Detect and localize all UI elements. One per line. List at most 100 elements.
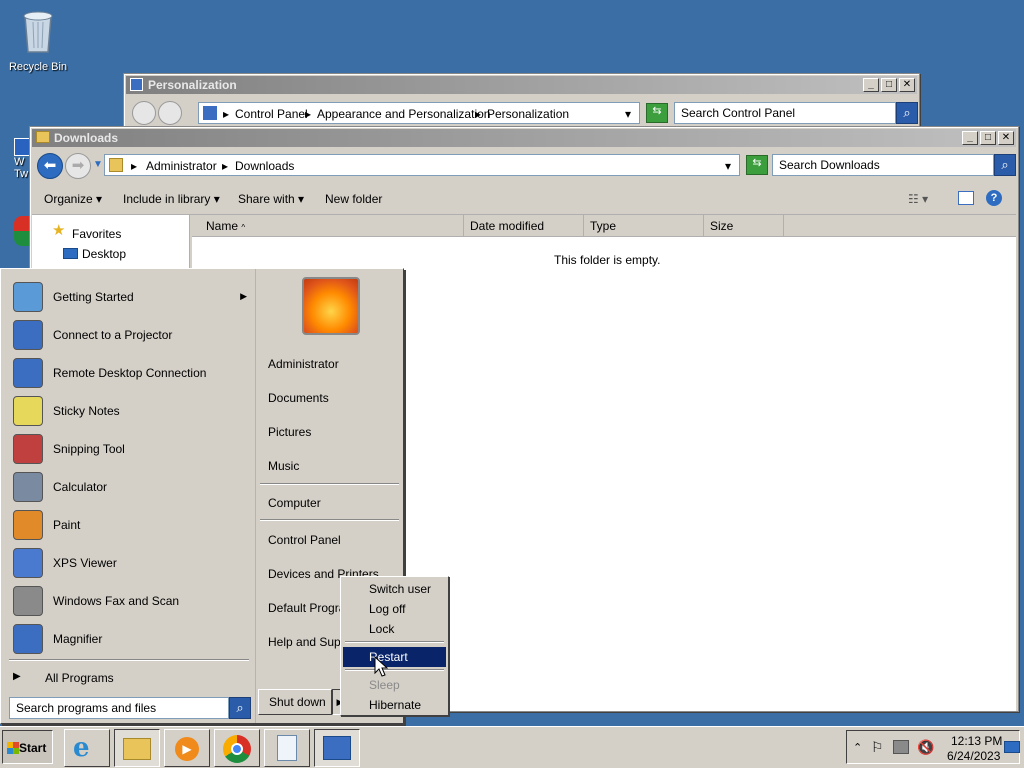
program-label: Paint xyxy=(53,518,81,532)
shut-down-button[interactable]: Shut down xyxy=(258,689,332,715)
downloads-title: Downloads xyxy=(54,131,119,145)
chrome-desktop-icon-partial[interactable] xyxy=(14,216,30,246)
chevron-down-icon[interactable]: ▾ xyxy=(725,159,731,173)
program-label: Getting Started xyxy=(53,290,134,304)
personalization-address-bar[interactable]: ▸ Control Panel ▸ Appearance and Persona… xyxy=(198,102,640,124)
new-folder-button[interactable]: New folder xyxy=(325,192,382,206)
taskbar-notepad[interactable] xyxy=(264,729,310,767)
back-button[interactable] xyxy=(132,101,156,125)
search-icon[interactable]: ⌕ xyxy=(229,697,251,719)
crumb-appearance[interactable]: Appearance and Personalization xyxy=(317,107,490,121)
col-name[interactable]: Name ^ xyxy=(192,215,464,237)
recycle-bin-icon xyxy=(23,11,53,53)
log-off-item[interactable]: Log off xyxy=(343,599,446,619)
share-with-menu[interactable]: Share with ▾ xyxy=(238,192,304,206)
minimize-button[interactable]: _ xyxy=(863,78,879,92)
restart-item[interactable]: Restart xyxy=(343,647,446,667)
control-panel-link[interactable]: Control Panel xyxy=(268,533,341,547)
crumb-administrator[interactable]: Administrator xyxy=(146,159,217,173)
search-icon[interactable]: ⌕ xyxy=(994,154,1016,176)
crumb-downloads[interactable]: Downloads xyxy=(235,159,294,173)
refresh-button[interactable]: ⇆ xyxy=(646,103,668,123)
program-item[interactable]: Getting Started ▶ xyxy=(9,279,253,315)
forward-button[interactable]: ➡ xyxy=(65,153,91,179)
program-item[interactable]: Magnifier xyxy=(9,621,253,657)
program-item[interactable]: Paint xyxy=(9,507,253,543)
include-in-library-menu[interactable]: Include in library ▾ xyxy=(123,192,220,206)
programs-list: Getting Started ▶ Connect to a Projector Re… xyxy=(5,273,253,721)
shut-down-options-menu[interactable]: Switch user Log off Lock Restart Sleep H… xyxy=(340,576,449,716)
clock-date[interactable]: 6/24/2023 xyxy=(947,749,1000,763)
col-size[interactable]: Size xyxy=(704,215,784,237)
user-folder-link[interactable]: Administrator xyxy=(268,357,339,371)
forward-button[interactable] xyxy=(158,101,182,125)
search-control-panel-input[interactable]: Search Control Panel xyxy=(674,102,896,124)
projector-icon xyxy=(13,320,43,350)
crumb-arrow[interactable]: ▸ xyxy=(223,107,229,121)
power-separator xyxy=(345,669,444,671)
switch-user-item[interactable]: Switch user xyxy=(343,579,446,599)
user-picture[interactable] xyxy=(302,277,360,335)
network-icon[interactable] xyxy=(893,740,909,754)
desktop-nav-icon xyxy=(63,248,78,259)
recycle-bin-desktop-icon[interactable]: Recycle Bin xyxy=(0,6,76,73)
col-name-label: Name xyxy=(206,219,239,233)
computer-link[interactable]: Computer xyxy=(268,496,321,510)
taskbar-control-panel[interactable] xyxy=(314,729,360,767)
music-link[interactable]: Music xyxy=(268,459,299,473)
personalization-window[interactable]: Personalization _ □ ✕ ▸ Control Panel ▸ … xyxy=(123,73,920,133)
crumb-personalization[interactable]: Personalization xyxy=(487,107,569,121)
hibernate-item[interactable]: Hibernate xyxy=(343,695,446,715)
program-item[interactable]: XPS Viewer xyxy=(9,545,253,581)
minimize-button[interactable]: _ xyxy=(962,131,978,145)
program-item[interactable]: Sticky Notes xyxy=(9,393,253,429)
program-item[interactable]: Connect to a Projector xyxy=(9,317,253,353)
crumb-arrow[interactable]: ▸ xyxy=(475,107,481,121)
recent-pages-dropdown[interactable]: ▼ xyxy=(93,159,103,170)
refresh-button[interactable]: ⇆ xyxy=(746,155,768,175)
close-button[interactable]: ✕ xyxy=(998,131,1014,145)
organize-menu[interactable]: Organize ▾ xyxy=(44,192,102,206)
view-options-icon[interactable]: ☷ ▾ xyxy=(908,192,928,206)
back-button[interactable]: ⬅ xyxy=(37,153,63,179)
pictures-link[interactable]: Pictures xyxy=(268,425,311,439)
col-date-modified[interactable]: Date modified xyxy=(464,215,584,237)
preview-pane-icon[interactable] xyxy=(958,191,974,205)
lock-item[interactable]: Lock xyxy=(343,619,446,639)
clock-time[interactable]: 12:13 PM xyxy=(951,734,1002,748)
all-programs-button[interactable]: All Programs xyxy=(45,671,114,685)
crumb-control-panel[interactable]: Control Panel xyxy=(235,107,308,121)
chevron-down-icon[interactable]: ▾ xyxy=(625,107,631,121)
start-button[interactable]: Start xyxy=(2,730,53,764)
downloads-address-bar[interactable]: ▸ Administrator ▸ Downloads ▾ xyxy=(104,154,740,176)
show-desktop-button[interactable] xyxy=(1004,741,1020,753)
search-icon[interactable]: ⌕ xyxy=(896,102,918,124)
program-item[interactable]: Remote Desktop Connection xyxy=(9,355,253,391)
program-item[interactable]: Snipping Tool xyxy=(9,431,253,467)
nav-desktop[interactable]: Desktop xyxy=(82,247,126,261)
taskbar-media-player[interactable]: ▶ xyxy=(164,729,210,767)
crumb-arrow[interactable]: ▸ xyxy=(131,159,137,173)
volume-muted-icon[interactable]: 🔇 xyxy=(917,739,934,756)
crumb-arrow[interactable]: ▸ xyxy=(222,159,228,173)
nav-favorites[interactable]: Favorites xyxy=(72,227,121,241)
taskbar-chrome[interactable] xyxy=(214,729,260,767)
program-item[interactable]: Calculator xyxy=(9,469,253,505)
search-programs-input[interactable]: Search programs and files xyxy=(9,697,229,719)
taskbar-explorer[interactable] xyxy=(114,729,160,767)
empty-folder-text: This folder is empty. xyxy=(554,253,661,267)
taskbar-ie[interactable]: e xyxy=(64,729,110,767)
action-center-flag-icon[interactable]: ⚐ xyxy=(871,739,884,756)
downloads-titlebar[interactable]: Downloads _ □ ✕ xyxy=(32,129,1016,147)
show-hidden-icons-button[interactable]: ⌃ xyxy=(853,741,862,754)
personalization-titlebar[interactable]: Personalization _ □ ✕ xyxy=(126,76,917,94)
documents-link[interactable]: Documents xyxy=(268,391,329,405)
help-icon[interactable]: ? xyxy=(986,190,1002,206)
maximize-button[interactable]: □ xyxy=(881,78,897,92)
close-button[interactable]: ✕ xyxy=(899,78,915,92)
col-type[interactable]: Type xyxy=(584,215,704,237)
maximize-button[interactable]: □ xyxy=(980,131,996,145)
search-downloads-input[interactable]: Search Downloads xyxy=(772,154,994,176)
crumb-arrow[interactable]: ▸ xyxy=(305,107,311,121)
program-item[interactable]: Windows Fax and Scan xyxy=(9,583,253,619)
